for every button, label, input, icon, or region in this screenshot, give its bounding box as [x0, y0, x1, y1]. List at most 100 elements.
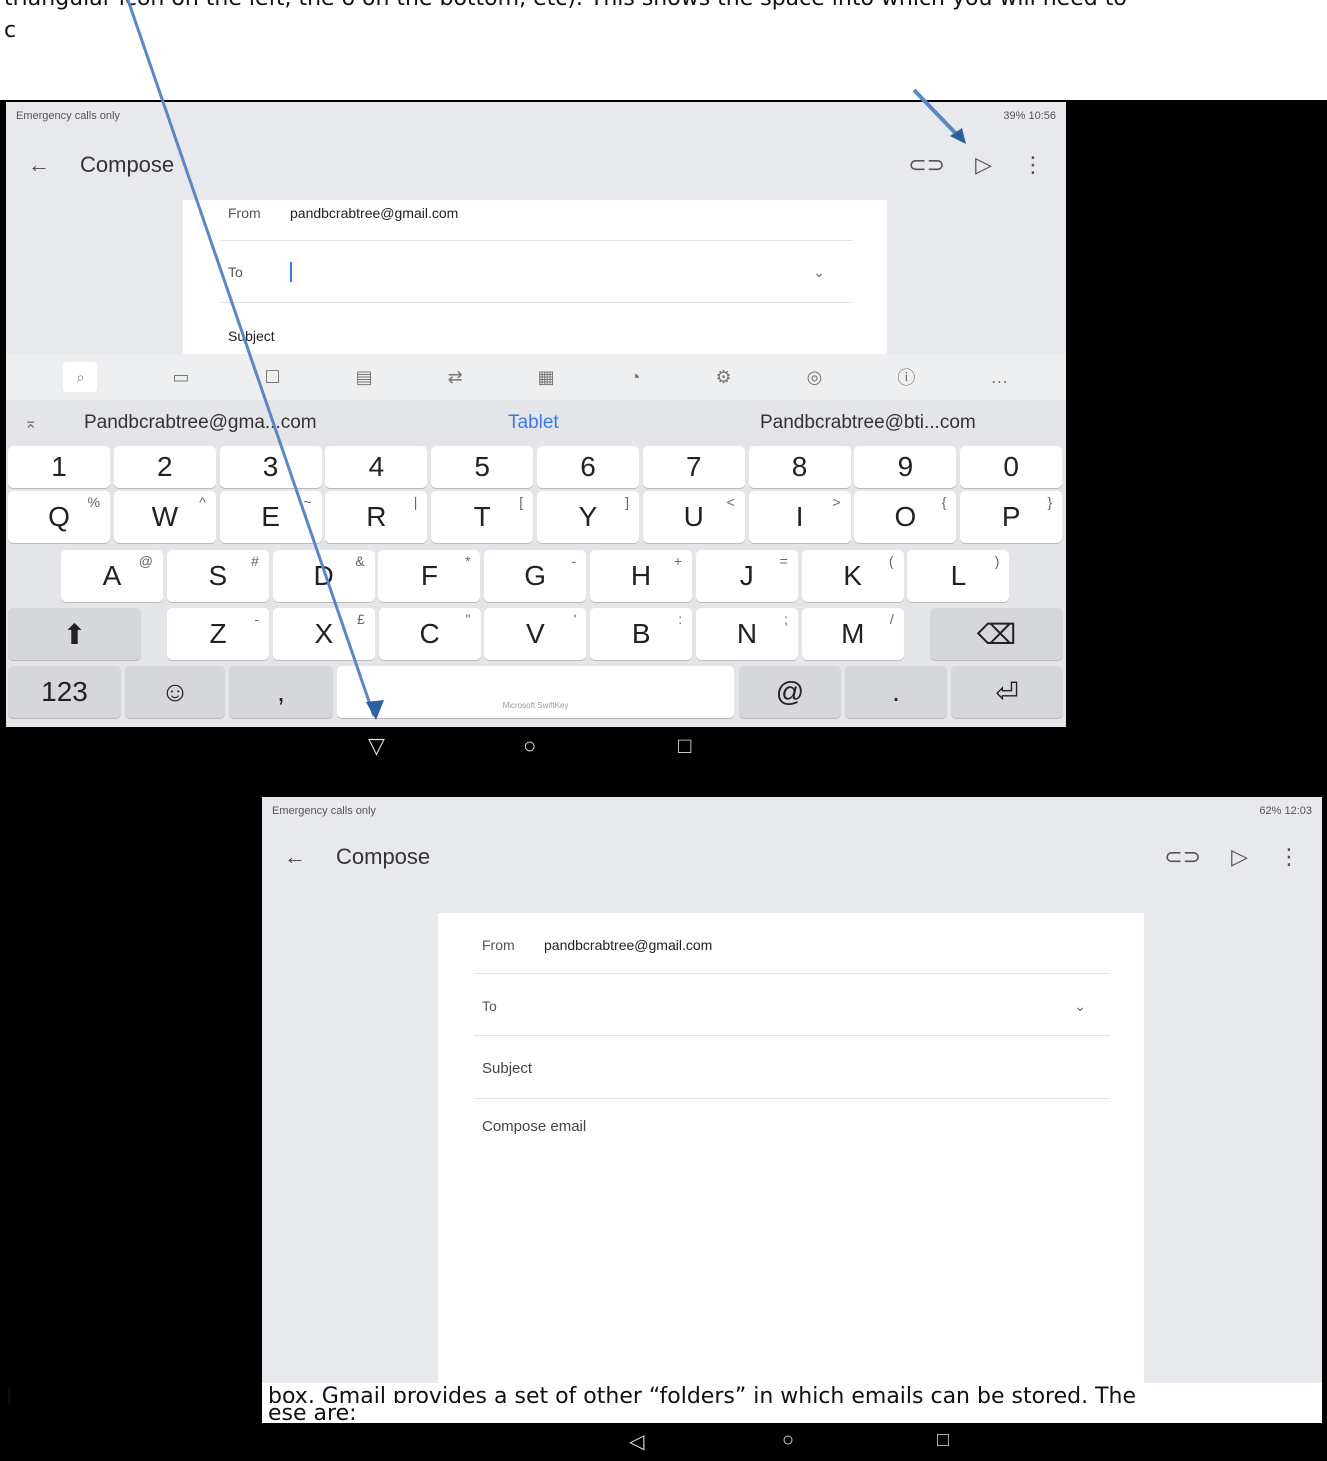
numbers-key[interactable]: 123 [8, 666, 121, 718]
key-k[interactable]: K( [801, 550, 904, 602]
settings-icon[interactable]: ⚙ [716, 367, 732, 388]
more-options-icon[interactable]: ⋮ [1278, 844, 1300, 870]
key-0[interactable]: 0 [960, 446, 1063, 488]
nav-home-icon[interactable]: ○ [523, 733, 536, 759]
key-c[interactable]: C " [378, 608, 481, 660]
status-right: 39% 10:56 [1003, 110, 1056, 122]
key-m[interactable]: M / [801, 608, 904, 660]
emoji-key[interactable]: ☺ [125, 666, 225, 718]
key-n-label: N [736, 618, 758, 649]
gif-icon[interactable]: ▭ [172, 367, 189, 388]
key-r[interactable]: R | [325, 491, 428, 543]
attach-icon[interactable]: ⊂⊃ [1164, 844, 1201, 870]
calendar-icon[interactable]: ▦ [538, 367, 555, 388]
theme-icon[interactable]: ◔ [630, 367, 641, 388]
suggestion-bar: ⌅ Pandbcrabtree@gma...com Tablet Pandbcr… [6, 400, 1066, 446]
key-d-hint: & [355, 553, 365, 569]
search-icon[interactable]: ⌕ [63, 362, 98, 392]
key-l[interactable]: L) [907, 550, 1010, 602]
chevron-down-icon[interactable]: ⌄ [813, 264, 825, 281]
key-6[interactable]: 6 [537, 446, 639, 488]
at-key[interactable]: @ [739, 666, 841, 718]
key-y-label: Y [578, 501, 598, 532]
key-f[interactable]: F * [378, 550, 481, 602]
to-field[interactable]: To ⌄ [228, 258, 853, 286]
nav-recents-icon[interactable]: □ [937, 1429, 949, 1452]
key-s[interactable]: S # [166, 550, 269, 602]
send-icon[interactable]: ▷ [975, 152, 992, 178]
nav-recents-icon[interactable]: □ [678, 733, 691, 759]
shift-key[interactable]: ⬆ [8, 608, 141, 660]
key-a[interactable]: A @ [61, 550, 163, 602]
more-options-icon[interactable]: ⋮ [1022, 152, 1044, 178]
nav-home-icon[interactable]: ○ [782, 1429, 794, 1452]
key-5[interactable]: 5 [431, 446, 534, 488]
key-d[interactable]: D & [272, 550, 375, 602]
subject-field[interactable]: Subject [482, 1055, 532, 1081]
suggestion-2[interactable]: Tablet [508, 412, 559, 434]
key-1[interactable]: 1 [8, 446, 110, 488]
key-4[interactable]: 4 [325, 446, 428, 488]
key-t[interactable]: T[ [431, 491, 534, 543]
numbers-key-label: 123 [41, 676, 88, 707]
nav-back-icon[interactable]: ▽ [368, 733, 385, 759]
info-icon[interactable]: ⓘ [897, 364, 915, 390]
comma-key[interactable]: , [229, 666, 333, 718]
key-6-label: 6 [580, 451, 596, 482]
key-z[interactable]: Z- [167, 608, 269, 660]
space-bar[interactable]: Microsoft SwiftKey [337, 666, 734, 718]
key-h[interactable]: H + [590, 550, 692, 602]
to-field[interactable]: To ⌄ [482, 993, 1110, 1019]
key-9[interactable]: 9 [854, 446, 957, 488]
clipboard-icon[interactable]: ▤ [356, 367, 373, 388]
key-u[interactable]: U < [642, 491, 745, 543]
key-m-hint: / [889, 611, 894, 627]
subject-field[interactable]: Subject [228, 322, 275, 350]
suggestion-3[interactable]: Pandbcrabtree@bti...com [760, 412, 976, 434]
key-7[interactable]: 7 [642, 446, 745, 488]
attach-icon[interactable]: ⊂⊃ [908, 152, 945, 178]
incognito-icon[interactable]: ◎ [807, 367, 823, 388]
chevron-down-icon[interactable]: ⌄ [1074, 998, 1086, 1015]
app-bar: ← Compose ⊂⊃ ▷ ⋮ [6, 130, 1066, 200]
status-bar-2: Emergency calls only 62% 12:03 [262, 797, 1322, 825]
suggestion-1[interactable]: Pandbcrabtree@gma...com [84, 412, 317, 434]
key-w[interactable]: W ^ [113, 491, 216, 543]
back-arrow-icon[interactable]: ← [28, 152, 64, 178]
enter-key[interactable]: ⏎ [951, 666, 1063, 718]
period-key[interactable]: . [845, 666, 947, 718]
key-j[interactable]: J = [695, 550, 798, 602]
collapse-icon[interactable]: ⌅ [24, 413, 37, 433]
send-icon[interactable]: ▷ [1231, 844, 1248, 870]
key-g[interactable]: G- [484, 550, 587, 602]
key-k-label: K [843, 560, 862, 591]
backspace-key[interactable]: ⌫ [930, 608, 1063, 660]
key-o[interactable]: O{ [854, 491, 957, 543]
key-d-label: D [313, 560, 334, 591]
keyboard-brand: Microsoft SwiftKey [502, 701, 569, 710]
key-q-hint: % [87, 494, 100, 510]
key-n[interactable]: N; [696, 608, 798, 660]
back-arrow-icon[interactable]: ← [284, 844, 320, 870]
sticker-icon[interactable]: ☐ [264, 367, 280, 388]
key-q[interactable]: Q% [8, 491, 110, 543]
key-i[interactable]: I > [748, 491, 851, 543]
more-icon[interactable]: … [990, 367, 1008, 388]
nav-back-icon[interactable]: ◁ [629, 1429, 644, 1454]
key-b[interactable]: B: [590, 608, 693, 660]
key-2[interactable]: 2 [113, 446, 216, 488]
key-7-label: 7 [686, 451, 702, 482]
key-y[interactable]: Y] [537, 491, 639, 543]
key-n-hint: ; [784, 611, 788, 627]
key-v[interactable]: V ' [484, 608, 587, 660]
from-value: pandbcrabtree@gmail.com [544, 937, 713, 953]
key-e[interactable]: E ~ [219, 491, 322, 543]
period-key-label: . [892, 676, 900, 707]
key-8[interactable]: 8 [748, 446, 851, 488]
key-3[interactable]: 3 [219, 446, 322, 488]
key-p[interactable]: P} [960, 491, 1063, 543]
body-field[interactable]: Compose email [482, 1113, 586, 1139]
key-x[interactable]: X £ [272, 608, 375, 660]
translate-icon[interactable]: ⇄ [448, 367, 463, 388]
key-t-label: T [473, 501, 491, 532]
